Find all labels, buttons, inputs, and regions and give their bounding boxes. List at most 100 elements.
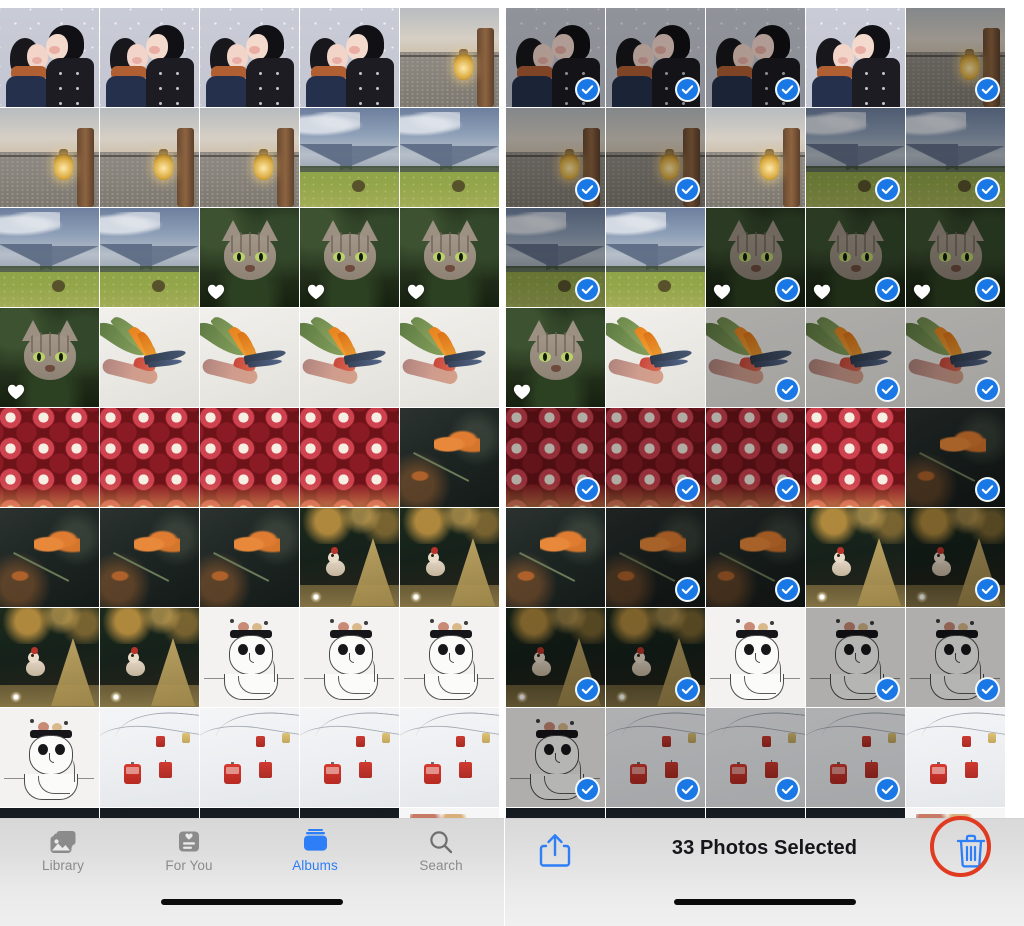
photo-thumbnail[interactable] [506,408,605,507]
photo-thumbnail[interactable] [506,108,605,207]
photo-grid-selection[interactable] [506,8,1024,907]
photo-thumbnail[interactable] [706,308,805,407]
photo-thumbnail[interactable] [606,308,705,407]
selection-check-icon[interactable] [775,777,800,802]
photo-thumbnail[interactable] [806,608,905,707]
photo-thumbnail[interactable] [0,208,99,307]
photo-thumbnail[interactable] [806,508,905,607]
photo-thumbnail[interactable] [100,208,199,307]
photo-thumbnail[interactable] [100,708,199,807]
photo-thumbnail[interactable] [100,408,199,507]
photo-thumbnail[interactable] [400,8,499,107]
photo-thumbnail[interactable] [0,108,99,207]
selection-check-icon[interactable] [575,277,600,302]
photo-thumbnail[interactable] [200,308,299,407]
selection-check-icon[interactable] [575,477,600,502]
photo-thumbnail[interactable] [0,508,99,607]
photo-thumbnail[interactable] [300,208,399,307]
photo-thumbnail[interactable] [400,608,499,707]
photo-thumbnail[interactable] [0,308,99,407]
photo-thumbnail[interactable] [300,708,399,807]
photo-thumbnail[interactable] [506,508,605,607]
photo-thumbnail[interactable] [906,508,1005,607]
photo-thumbnail[interactable] [906,8,1005,107]
selection-check-icon[interactable] [775,277,800,302]
photo-thumbnail[interactable] [906,308,1005,407]
photo-thumbnail[interactable] [606,608,705,707]
selection-check-icon[interactable] [575,177,600,202]
selection-check-icon[interactable] [975,277,1000,302]
tab-search[interactable]: Search [378,828,504,873]
photo-thumbnail[interactable] [300,308,399,407]
photo-thumbnail[interactable] [300,108,399,207]
photo-thumbnail[interactable] [706,608,805,707]
photo-thumbnail[interactable] [606,108,705,207]
delete-button[interactable] [954,832,988,870]
photo-thumbnail[interactable] [300,608,399,707]
photo-thumbnail[interactable] [200,708,299,807]
photo-thumbnail[interactable] [400,208,499,307]
selection-check-icon[interactable] [575,677,600,702]
photo-thumbnail[interactable] [100,308,199,407]
photo-thumbnail[interactable] [606,708,705,807]
photo-thumbnail[interactable] [300,8,399,107]
photo-thumbnail[interactable] [706,208,805,307]
photo-thumbnail[interactable] [906,708,1005,807]
photo-thumbnail[interactable] [200,208,299,307]
photo-thumbnail[interactable] [906,608,1005,707]
tab-albums[interactable]: Albums [252,828,378,873]
selection-check-icon[interactable] [975,77,1000,102]
photo-thumbnail[interactable] [806,308,905,407]
photo-thumbnail[interactable] [706,408,805,507]
photo-thumbnail[interactable] [906,408,1005,507]
photo-thumbnail[interactable] [706,708,805,807]
photo-thumbnail[interactable] [706,8,805,107]
selection-check-icon[interactable] [875,677,900,702]
photo-thumbnail[interactable] [0,8,99,107]
photo-thumbnail[interactable] [806,208,905,307]
photo-thumbnail[interactable] [606,8,705,107]
photo-thumbnail[interactable] [200,408,299,507]
photo-thumbnail[interactable] [506,208,605,307]
photo-thumbnail[interactable] [506,708,605,807]
photo-thumbnail[interactable] [506,608,605,707]
photo-thumbnail[interactable] [100,108,199,207]
photo-thumbnail[interactable] [906,208,1005,307]
photo-thumbnail[interactable] [400,508,499,607]
selection-check-icon[interactable] [975,577,1000,602]
photo-thumbnail[interactable] [100,608,199,707]
photo-thumbnail[interactable] [606,508,705,607]
selection-check-icon[interactable] [875,777,900,802]
photo-thumbnail[interactable] [506,8,605,107]
photo-thumbnail[interactable] [806,408,905,507]
selection-check-icon[interactable] [575,777,600,802]
photo-thumbnail[interactable] [706,508,805,607]
selection-check-icon[interactable] [775,477,800,502]
tab-library[interactable]: Library [0,828,126,873]
selection-check-icon[interactable] [675,577,700,602]
photo-thumbnail[interactable] [400,308,499,407]
selection-check-icon[interactable] [675,777,700,802]
selection-check-icon[interactable] [675,677,700,702]
photo-thumbnail[interactable] [100,508,199,607]
selection-check-icon[interactable] [675,477,700,502]
photo-thumbnail[interactable] [0,608,99,707]
selection-check-icon[interactable] [875,177,900,202]
photo-thumbnail[interactable] [400,708,499,807]
selection-check-icon[interactable] [975,477,1000,502]
photo-thumbnail[interactable] [400,108,499,207]
photo-thumbnail[interactable] [400,408,499,507]
photo-thumbnail[interactable] [806,108,905,207]
selection-check-icon[interactable] [775,577,800,602]
photo-thumbnail[interactable] [506,308,605,407]
selection-check-icon[interactable] [775,377,800,402]
photo-thumbnail[interactable] [0,408,99,507]
photo-thumbnail[interactable] [706,108,805,207]
photo-thumbnail[interactable] [200,508,299,607]
photo-thumbnail[interactable] [300,408,399,507]
photo-grid-browse[interactable] [0,8,504,907]
selection-check-icon[interactable] [875,277,900,302]
photo-thumbnail[interactable] [200,608,299,707]
selection-check-icon[interactable] [775,77,800,102]
photo-thumbnail[interactable] [806,708,905,807]
